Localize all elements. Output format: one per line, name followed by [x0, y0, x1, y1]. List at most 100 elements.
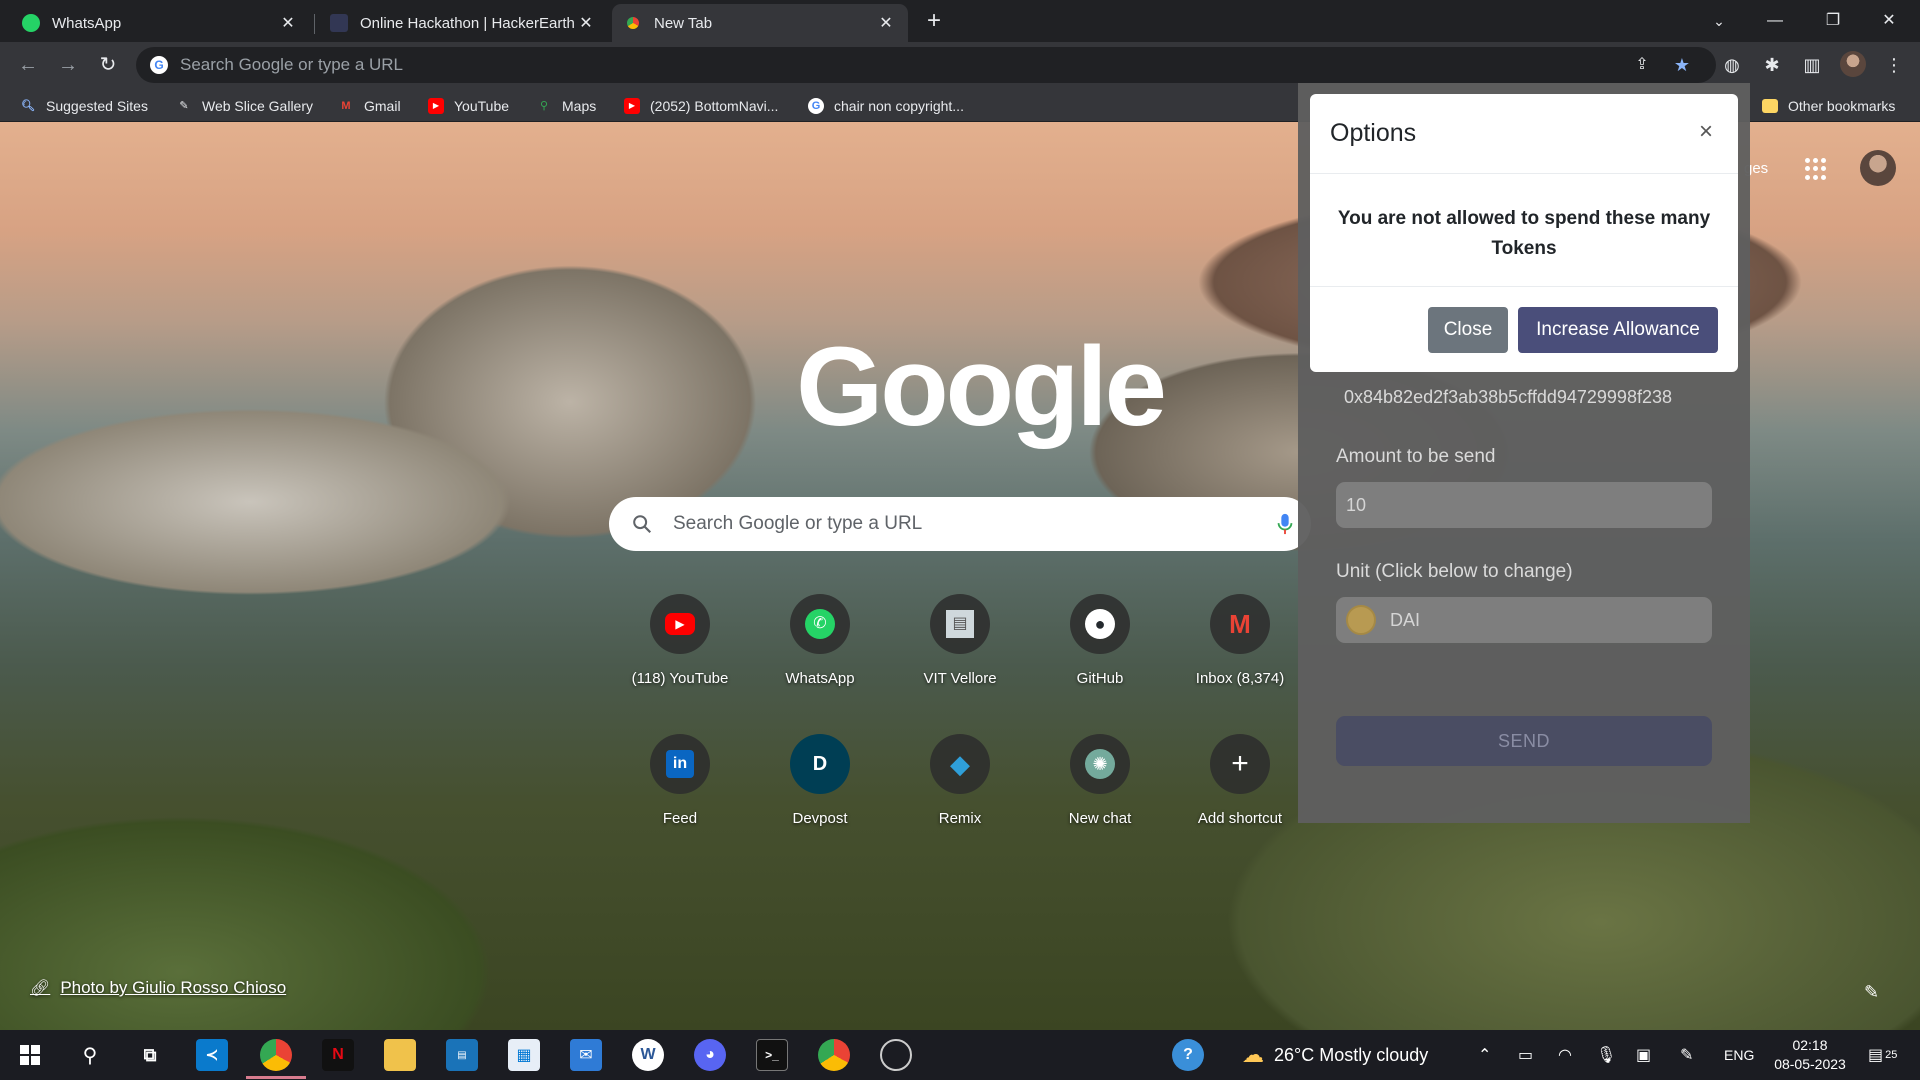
shortcut-label: WhatsApp: [785, 670, 855, 687]
extensions-puzzle-icon[interactable]: ✱: [1758, 51, 1786, 79]
bookmark-web-slice[interactable]: ✎ Web Slice Gallery: [176, 95, 313, 117]
tab-whatsapp[interactable]: WhatsApp ✕: [10, 4, 310, 42]
increase-allowance-button[interactable]: Increase Allowance: [1518, 307, 1718, 353]
battery-icon[interactable]: ▭: [1518, 1030, 1533, 1080]
amount-input[interactable]: 10: [1336, 482, 1712, 528]
customize-pencil-icon[interactable]: ✎: [1864, 982, 1886, 1004]
windows-start-icon[interactable]: [14, 1039, 46, 1071]
mail-icon[interactable]: ✉: [570, 1039, 602, 1071]
shortcut-inbox[interactable]: M Inbox (8,374): [1184, 594, 1296, 687]
extension-globe-icon[interactable]: ◍: [1718, 51, 1746, 79]
bookmark-maps[interactable]: ⚲ Maps: [536, 95, 596, 117]
recipient-address: 0x84b82ed2f3ab38b5cffdd94729998f238: [1344, 386, 1672, 407]
reload-icon[interactable]: ↻: [94, 51, 122, 79]
bookmark-star-icon[interactable]: ★: [1668, 51, 1696, 79]
netflix-icon[interactable]: N: [322, 1039, 354, 1071]
bookmark-youtube[interactable]: ▶ YouTube: [428, 95, 509, 117]
unit-select[interactable]: DAI: [1336, 597, 1712, 643]
plus-icon: +: [1210, 734, 1270, 794]
omnibox-placeholder: Search Google or type a URL: [180, 55, 404, 74]
close-button[interactable]: Close: [1428, 307, 1508, 353]
share-icon[interactable]: ⇪: [1628, 51, 1656, 79]
bookmark-bottomnavi[interactable]: ▶ (2052) BottomNavi...: [624, 95, 778, 117]
tab-hackerearth[interactable]: Online Hackathon | HackerEarth ✕: [318, 4, 608, 42]
dai-coin-icon: [1346, 605, 1376, 635]
shortcut-remix[interactable]: ◆ Remix: [904, 734, 1016, 827]
photo-credit-link[interactable]: 🔗︎ Photo by Giulio Rosso Chioso: [30, 978, 286, 998]
openai-icon: ✺: [1070, 734, 1130, 794]
send-button[interactable]: SEND: [1336, 716, 1712, 766]
prime-video-icon[interactable]: ▤: [446, 1039, 478, 1071]
shortcut-whatsapp[interactable]: ✆ WhatsApp: [764, 594, 876, 687]
bookmark-chair[interactable]: G chair non copyright...: [808, 95, 964, 117]
chrome-icon[interactable]: [818, 1039, 850, 1071]
search-icon[interactable]: ⚲: [74, 1039, 106, 1071]
ntp-avatar[interactable]: [1860, 150, 1896, 186]
weather-widget[interactable]: ☁ 26°C Mostly cloudy: [1242, 1030, 1428, 1080]
forward-icon[interactable]: →: [54, 51, 82, 79]
bookmark-label: YouTube: [454, 98, 510, 114]
ntp-search-box[interactable]: Search Google or type a URL: [609, 497, 1311, 551]
shortcut-new-chat[interactable]: ✺ New chat: [1044, 734, 1156, 827]
help-icon[interactable]: ?: [1172, 1039, 1204, 1071]
shortcut-youtube[interactable]: ▶ (118) YouTube: [624, 594, 736, 687]
folder-icon: [1762, 99, 1778, 113]
new-tab-button[interactable]: +: [918, 8, 950, 36]
shortcut-devpost[interactable]: D Devpost: [764, 734, 876, 827]
vit-icon: ▤: [930, 594, 990, 654]
weather-text: 26°C Mostly cloudy: [1274, 1044, 1429, 1065]
display-icon[interactable]: ▣: [1636, 1030, 1651, 1080]
shortcut-label: Inbox (8,374): [1195, 670, 1285, 687]
tab-search-icon[interactable]: ⌄: [1696, 6, 1742, 36]
language-indicator[interactable]: ENG: [1724, 1030, 1754, 1080]
side-panel-icon[interactable]: ▥: [1798, 51, 1826, 79]
profile-avatar[interactable]: [1840, 51, 1866, 77]
shortcut-label: Devpost: [792, 810, 848, 827]
shortcut-feed[interactable]: in Feed: [624, 734, 736, 827]
tab-close-icon[interactable]: ✕: [278, 13, 298, 33]
weather-cloud-icon: ☁: [1242, 1042, 1264, 1067]
omnibox[interactable]: G Search Google or type a URL: [136, 47, 1716, 83]
browser-toolbar: ← → ↻ G Search Google or type a URL ⇪ ★ …: [0, 42, 1920, 88]
ntp-search-placeholder: Search Google or type a URL: [673, 513, 923, 534]
bookmark-suggested-sites[interactable]: 🔍︎ Suggested Sites: [20, 95, 148, 117]
shortcut-label: VIT Vellore: [923, 670, 997, 687]
bookmark-other[interactable]: Other bookmarks: [1762, 95, 1895, 117]
bookmark-gmail[interactable]: M Gmail: [338, 95, 400, 117]
chrome-icon[interactable]: [260, 1039, 292, 1071]
modal-message: You are not allowed to spend these many …: [1337, 208, 1711, 259]
word-icon[interactable]: W: [632, 1039, 664, 1071]
file-explorer-icon[interactable]: [384, 1039, 416, 1071]
tab-new-tab[interactable]: New Tab ✕: [612, 4, 908, 42]
clock-date: 08-05-2023: [1774, 1056, 1846, 1072]
shortcut-add[interactable]: + Add shortcut: [1184, 734, 1296, 827]
notification-center-icon[interactable]: ▤ 25: [1868, 1030, 1897, 1080]
microsoft-store-icon[interactable]: ▦: [508, 1039, 540, 1071]
tab-close-icon[interactable]: ✕: [576, 13, 596, 33]
system-clock[interactable]: 02:18 08-05-2023: [1772, 1036, 1848, 1074]
shortcut-github[interactable]: ● GitHub: [1044, 594, 1156, 687]
restore-button[interactable]: ❐: [1810, 6, 1856, 36]
microphone-icon[interactable]: 🎙︎: [1596, 1030, 1616, 1080]
apps-grid-icon[interactable]: [1805, 158, 1827, 180]
terminal-icon[interactable]: >_: [756, 1039, 788, 1071]
vscode-icon[interactable]: ≺: [196, 1039, 228, 1071]
obs-icon[interactable]: [880, 1039, 912, 1071]
shortcut-vit-vellore[interactable]: ▤ VIT Vellore: [904, 594, 1016, 687]
whatsapp-icon: [22, 14, 40, 32]
discord-icon[interactable]: ◕: [694, 1039, 726, 1071]
pen-icon[interactable]: ✎: [1680, 1030, 1693, 1080]
tray-chevron-icon[interactable]: ⌃: [1478, 1030, 1491, 1080]
close-window-button[interactable]: ✕: [1866, 6, 1912, 36]
tab-title: New Tab: [654, 14, 713, 32]
minimize-button[interactable]: —: [1752, 6, 1798, 36]
shortcut-label: Feed: [662, 810, 698, 827]
wifi-icon[interactable]: ◠: [1558, 1030, 1572, 1080]
microphone-icon[interactable]: [1275, 513, 1295, 535]
tab-close-icon[interactable]: ✕: [876, 13, 896, 33]
bookmark-label: (2052) BottomNavi...: [650, 98, 779, 114]
close-icon[interactable]: ×: [1692, 118, 1720, 146]
back-icon[interactable]: ←: [14, 51, 42, 79]
task-view-icon[interactable]: ⧉: [134, 1039, 166, 1071]
menu-icon[interactable]: ⋮: [1880, 51, 1908, 79]
